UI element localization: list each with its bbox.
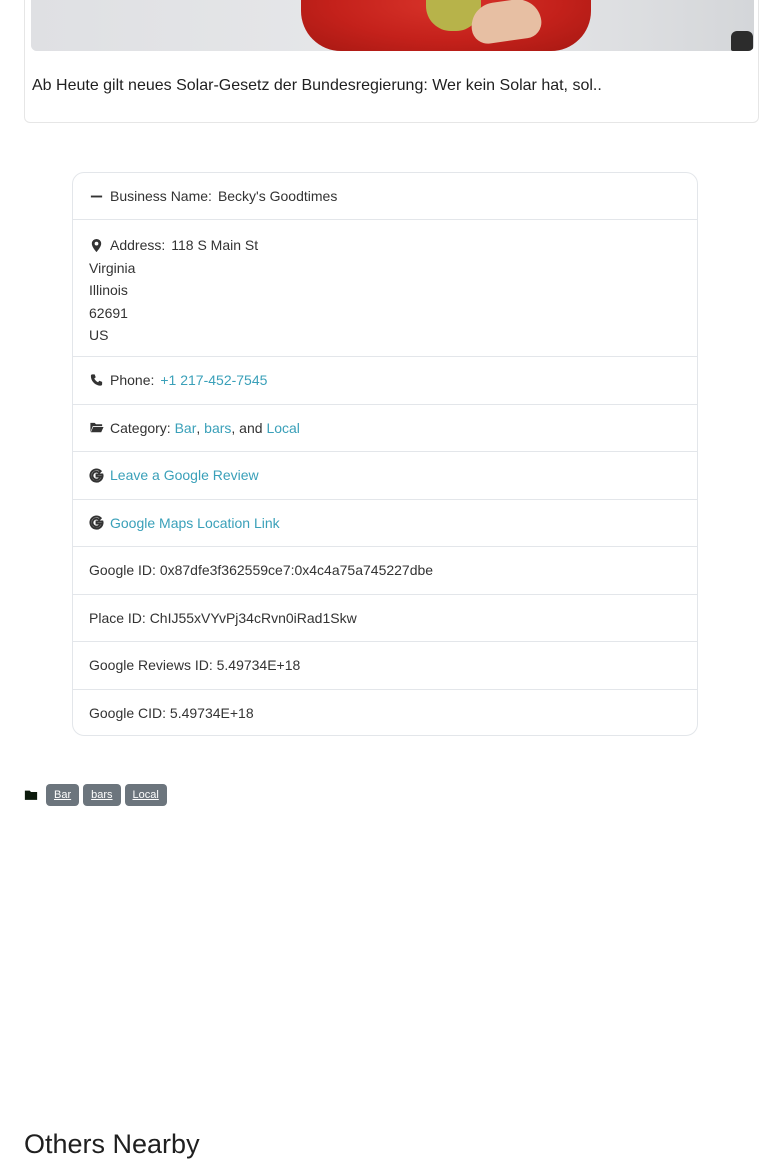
tag-bars[interactable]: bars (83, 784, 121, 806)
address-street: 118 S Main St (171, 237, 259, 253)
google-icon (89, 515, 104, 530)
category-link-local[interactable]: Local (266, 420, 299, 436)
ad-card[interactable]: Ab Heute gilt neues Solar-Gesetz der Bun… (24, 0, 759, 123)
leave-review-link[interactable]: Leave a Google Review (110, 467, 259, 483)
minus-icon (89, 189, 104, 204)
address-city: Virginia (89, 259, 136, 276)
tag-bar[interactable]: Bar (46, 784, 80, 806)
folder-icon (24, 788, 42, 802)
category-row: Category: Bar, bars, and Local (73, 405, 697, 452)
tag-local[interactable]: Local (124, 784, 167, 806)
business-info-card: Business Name: Becky's Goodtimes Address… (72, 172, 698, 736)
business-name-value: Becky's Goodtimes (217, 188, 338, 204)
business-name-row[interactable]: Business Name: Becky's Goodtimes (73, 173, 697, 220)
phone-row: Phone: +1 217-452-7545 (73, 357, 697, 405)
address-country: US (89, 327, 109, 343)
cid-row: Google CID: 5.49734E+18 (73, 690, 697, 736)
maps-location-link[interactable]: Google Maps Location Link (110, 515, 280, 531)
phone-label: Phone: (110, 372, 155, 389)
phone-icon (89, 373, 104, 388)
reviews-id-row: Google Reviews ID: 5.49734E+18 (73, 642, 697, 690)
category-link-bars[interactable]: bars (204, 420, 231, 436)
category-link-bar[interactable]: Bar (175, 420, 197, 436)
map-pin-icon (89, 238, 104, 253)
tag-list: Bar bars Local (24, 784, 167, 806)
google-review-row: Leave a Google Review (73, 452, 697, 500)
business-name-label: Business Name: (110, 188, 212, 204)
category-separator: , (196, 419, 201, 436)
address-zip: 62691 (89, 304, 128, 321)
google-id-text: Google ID: 0x87dfe3f362559ce7:0x4c4a75a7… (89, 562, 434, 579)
address-row: Address: 118 S Main St Virginia Illinois… (73, 220, 697, 357)
google-maps-row: Google Maps Location Link (73, 500, 697, 547)
folder-open-icon (89, 420, 104, 435)
google-icon (89, 468, 104, 483)
address-label: Address: (110, 237, 166, 253)
ad-caption[interactable]: Ab Heute gilt neues Solar-Gesetz der Bun… (32, 77, 602, 95)
ad-image[interactable] (31, 0, 754, 51)
google-id-row: Google ID: 0x87dfe3f362559ce7:0x4c4a75a7… (73, 547, 697, 595)
category-label: Category: (110, 419, 171, 436)
phone-link[interactable]: +1 217-452-7545 (160, 372, 267, 388)
place-id-text: Place ID: ChIJ55xVYvPj34cRvn0iRad1Skw (89, 609, 357, 626)
reviews-id-text: Google Reviews ID: 5.49734E+18 (89, 657, 301, 674)
address-state: Illinois (89, 282, 128, 298)
cid-text: Google CID: 5.49734E+18 (89, 705, 254, 722)
place-id-row: Place ID: ChIJ55xVYvPj34cRvn0iRad1Skw (73, 595, 697, 642)
others-nearby-heading: Others Nearby (24, 1129, 200, 1159)
category-separator: , and (231, 419, 263, 436)
